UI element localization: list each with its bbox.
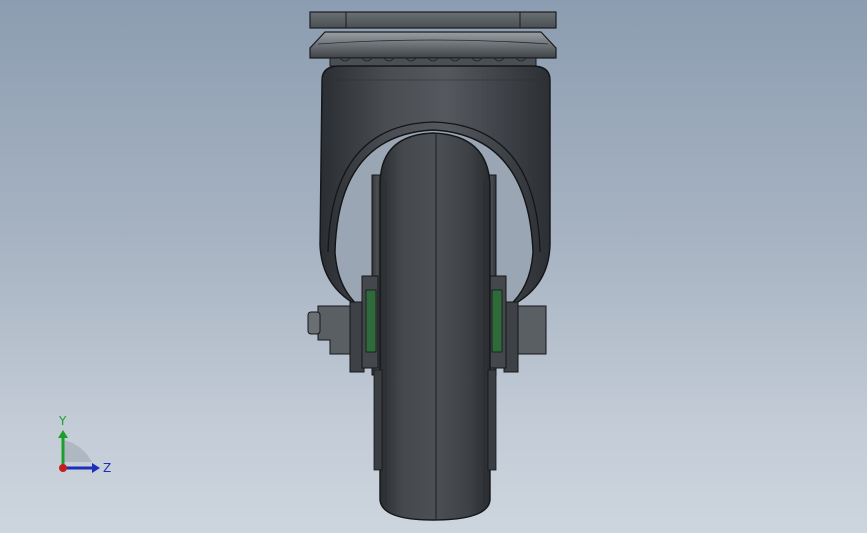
y-arrowhead-icon <box>58 430 68 438</box>
graphics-viewport[interactable]: Y Z <box>0 0 867 533</box>
wheel-tire[interactable] <box>373 132 497 521</box>
y-axis-label: Y <box>58 414 67 428</box>
coordinate-triad: Y Z <box>58 414 111 475</box>
caster-model[interactable] <box>0 0 867 533</box>
top-plate[interactable] <box>309 11 557 29</box>
x-axis-origin-icon <box>59 464 67 472</box>
z-axis-label: Z <box>103 461 111 475</box>
z-arrowhead-icon <box>92 463 100 473</box>
swivel-flange[interactable] <box>309 31 557 67</box>
triad-plane <box>63 440 92 462</box>
